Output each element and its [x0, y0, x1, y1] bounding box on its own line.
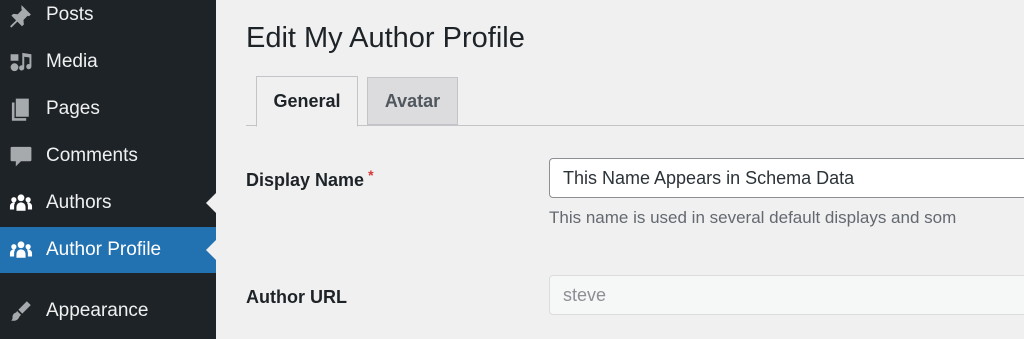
sidebar-item-author-profile[interactable]: Author Profile	[0, 227, 216, 273]
sidebar-item-appearance[interactable]: Appearance	[0, 288, 216, 334]
sidebar-item-label: Appearance	[46, 300, 149, 321]
required-marker: *	[368, 167, 374, 183]
pages-icon	[7, 95, 35, 123]
page-title: Edit My Author Profile	[246, 22, 525, 54]
brush-icon	[7, 297, 35, 325]
pin-icon	[7, 1, 35, 29]
sidebar-item-label: Authors	[46, 192, 112, 213]
sidebar-item-label: Author Profile	[46, 239, 162, 260]
authors-icon	[7, 189, 35, 217]
author-url-value: steve	[563, 284, 607, 305]
sidebar-item-label: Comments	[46, 145, 138, 166]
display-name-field[interactable]: This Name Appears in Schema Data	[549, 158, 1024, 198]
display-name-value: This Name Appears in Schema Data	[563, 167, 855, 188]
comments-icon	[7, 142, 35, 170]
tab-avatar[interactable]: Avatar	[367, 77, 458, 125]
display-name-description: This name is used in several default dis…	[549, 208, 957, 227]
sidebar-item-pages[interactable]: Pages	[0, 86, 216, 132]
media-icon	[7, 48, 35, 76]
admin-sidebar: Posts Media Pages Comments Authors Autho…	[0, 0, 216, 339]
sidebar-item-posts[interactable]: Posts	[0, 0, 216, 38]
display-name-label-text: Display Name	[246, 170, 365, 190]
main-content: Edit My Author Profile General Avatar Di…	[216, 0, 1024, 339]
author-url-field[interactable]: steve	[549, 275, 1024, 315]
sidebar-item-label: Media	[46, 51, 98, 72]
submenu-indicator	[206, 193, 216, 213]
current-indicator	[206, 240, 216, 260]
sidebar-item-label: Pages	[46, 98, 100, 119]
sidebar-item-comments[interactable]: Comments	[0, 133, 216, 179]
authors-icon	[7, 236, 35, 264]
tab-bar: General Avatar	[246, 76, 1024, 127]
sidebar-item-authors[interactable]: Authors	[0, 180, 216, 226]
author-url-label: Author URL	[246, 287, 347, 307]
sidebar-item-label: Posts	[46, 4, 94, 25]
sidebar-item-media[interactable]: Media	[0, 39, 216, 85]
tab-general[interactable]: General	[256, 76, 358, 127]
display-name-label: Display Name *	[246, 167, 374, 191]
